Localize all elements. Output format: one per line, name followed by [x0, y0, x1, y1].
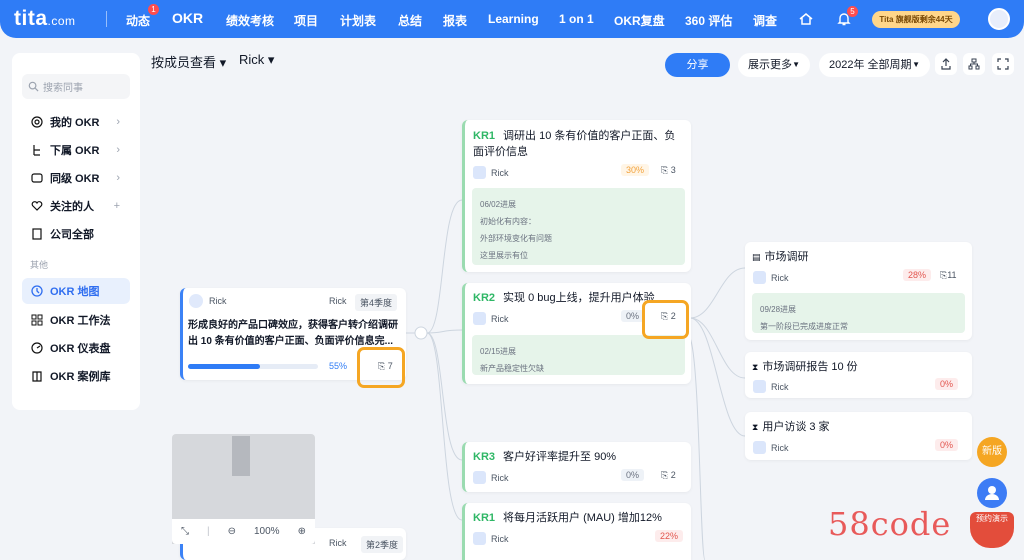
owner-avatar [473, 532, 486, 546]
demo-booking-button[interactable]: 预约演示 [970, 512, 1014, 548]
objective-owner-avatar [189, 294, 203, 308]
fit-view-icon[interactable]: ⤡ [181, 526, 189, 537]
watermark: 58code [828, 505, 952, 543]
kr-progress-pct: 22% [655, 530, 684, 542]
zoom-controls: ⤡ | ⊖ 100% ⊕ [172, 519, 315, 544]
task-card[interactable]: ⧗ 市场调研报告 10 份 Rick 0% [745, 352, 972, 398]
new-version-button[interactable]: 新版 [977, 437, 1007, 467]
kr-card[interactable]: KR1 调研出 10 条有价值的客户正面、负面评价信息 Rick 30% ⎘ 3 … [462, 120, 691, 272]
progress-update: 09/28进展 第一阶段已完成进度正常 [752, 293, 965, 333]
subtask-count[interactable]: ⎘11 [940, 270, 957, 281]
kr-count-highlight [357, 347, 405, 388]
zoom-in-icon[interactable]: ⊕ [298, 526, 306, 537]
kr-card[interactable]: KR3 客户好评率提升至 90% Rick 0% ⎘ 2 [462, 442, 691, 492]
task-progress-pct: 28% [903, 269, 932, 281]
kr-card[interactable]: KR1 将每月活跃用户 (MAU) 增加12% Rick 22% [462, 503, 691, 560]
hourglass-icon: ⧗ [752, 362, 759, 372]
progress-update: 06/02进展 初始化有内容： 外部环境变化有问题 这里展示有位 [472, 188, 685, 265]
task-card[interactable]: ⧗ 用户访谈 3 家 Rick 0% [745, 412, 972, 460]
progress-update: 02/15进展 新产品稳定性欠缺 [472, 335, 685, 375]
owner-avatar [753, 441, 766, 455]
task-count-highlight [642, 300, 689, 339]
customer-service-button[interactable] [977, 478, 1007, 508]
zoom-level: 100% [254, 526, 280, 537]
owner-avatar [473, 312, 486, 326]
kr-progress-pct: 0% [621, 469, 645, 481]
owner-avatar [753, 380, 766, 394]
owner-avatar [753, 271, 766, 285]
objective-progress-fill [188, 364, 260, 369]
kr-progress-pct: 0% [621, 310, 645, 322]
owner-avatar [473, 166, 486, 180]
collapse-node[interactable] [414, 326, 428, 340]
owner-avatar [473, 471, 486, 485]
objective-progress-bar [188, 364, 318, 369]
divider: | [207, 526, 210, 537]
task-progress-pct: 0% [935, 378, 959, 390]
user-support-icon [985, 486, 999, 500]
minimap-viewport[interactable] [232, 436, 250, 476]
zoom-out-icon[interactable]: ⊖ [228, 526, 236, 537]
objective-title: 形成良好的产品口碑效应，获得客户转介绍调研出 10 条有价值的客户正面、负面评价… [188, 320, 398, 347]
task-card[interactable]: ▤ 市场调研 Rick 28% ⎘11 09/28进展 第一阶段已完成进度正常 [745, 242, 972, 340]
task-progress-pct: 0% [935, 439, 959, 451]
hourglass-icon: ⧗ [752, 422, 759, 432]
task-count[interactable]: ⎘ 2 [661, 470, 676, 481]
kr-progress-pct: 30% [621, 164, 650, 176]
task-icon: ▤ [752, 252, 761, 262]
period-tag: 第4季度 [355, 294, 398, 311]
task-count[interactable]: ⎘ 3 [661, 165, 676, 176]
